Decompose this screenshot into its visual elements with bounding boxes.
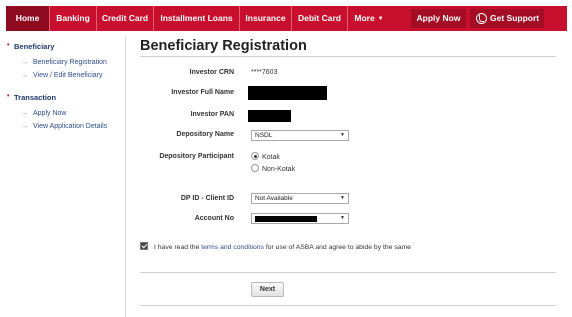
redacted-pan	[248, 110, 291, 122]
terms-checkbox[interactable]	[140, 242, 148, 250]
sidebar-link-beneficiary-registration[interactable]: → Beneficiary Registration	[21, 59, 107, 66]
nav-more[interactable]: More ▼	[348, 6, 390, 31]
sidebar-link-view-edit-beneficiary[interactable]: → View / Edit Beneficiary	[21, 72, 103, 79]
form-divider	[140, 272, 556, 273]
depository-name-select[interactable]: NSDL ▼	[251, 130, 349, 141]
sidebar-link-label: View / Edit Beneficiary	[33, 72, 103, 79]
investor-crn-value: ****7603	[251, 69, 278, 76]
chevron-down-icon: ▼	[340, 195, 345, 201]
get-support-button[interactable]: Get Support	[470, 9, 544, 28]
redacted-name	[248, 86, 327, 100]
nav-home[interactable]: Home	[6, 6, 49, 31]
depository-name-label: Depository Name	[176, 131, 234, 138]
arrow-right-icon: →	[21, 59, 28, 66]
investor-crn-label: Investor CRN	[189, 69, 234, 76]
apply-now-button[interactable]: Apply Now	[411, 9, 466, 28]
radio-kotak-label: Kotak	[262, 154, 280, 161]
page-title: Beneficiary Registration	[140, 38, 307, 54]
chevron-down-icon: ▼	[340, 215, 345, 221]
nav-debit-card[interactable]: Debit Card	[292, 6, 347, 31]
nav-credit-card[interactable]: Credit Card	[97, 6, 153, 31]
nav-installment-loans[interactable]: Installment Loans	[154, 6, 239, 31]
nav-banking[interactable]: Banking	[50, 6, 96, 31]
terms-and-conditions-link[interactable]: terms and conditions	[201, 244, 264, 251]
footer-divider	[140, 305, 556, 306]
investor-pan-label: Investor PAN	[190, 111, 234, 118]
main-menu-bar: Home Banking Credit Card Installment Loa…	[6, 6, 567, 31]
caret-down-icon: ▼	[377, 16, 384, 22]
sidebar: • Beneficiary → Beneficiary Registration …	[0, 36, 126, 317]
get-support-label: Get Support	[490, 13, 540, 23]
bullet-icon: •	[7, 42, 10, 49]
sidebar-link-label: Apply Now	[33, 110, 67, 117]
arrow-right-icon: →	[21, 123, 28, 130]
account-no-select[interactable]: ▼	[251, 213, 349, 224]
radio-selected-icon[interactable]	[251, 152, 259, 160]
bullet-icon: •	[7, 93, 10, 100]
redacted-account	[255, 216, 317, 222]
dp-id-client-id-select[interactable]: Not Available ▼	[251, 193, 349, 204]
dp-id-client-id-value: Not Available	[255, 195, 293, 202]
investor-full-name-label: Investor Full Name	[171, 89, 234, 96]
arrow-right-icon: →	[21, 110, 28, 117]
radio-kotak[interactable]: Kotak	[251, 152, 280, 161]
top-navigation: Home Banking Credit Card Installment Loa…	[0, 0, 572, 36]
sidebar-section-label: Beneficiary	[14, 42, 55, 51]
sidebar-section-transaction[interactable]: • Transaction	[7, 93, 57, 102]
terms-prefix: I have read the	[154, 244, 202, 251]
arrow-right-icon: →	[21, 72, 28, 79]
phone-icon	[476, 13, 487, 24]
nav-insurance[interactable]: Insurance	[240, 6, 291, 31]
chevron-down-icon: ▼	[340, 132, 345, 138]
dp-id-client-id-label: DP ID - Client ID	[180, 195, 234, 202]
depository-participant-label: Depository Participant	[159, 153, 234, 160]
terms-suffix: for use of ASBA and agree to abide by th…	[263, 244, 411, 251]
sidebar-section-beneficiary[interactable]: • Beneficiary	[7, 42, 55, 51]
sidebar-link-label: View Application Details	[33, 123, 108, 130]
depository-name-value: NSDL	[255, 132, 273, 139]
sidebar-link-view-application-details[interactable]: → View Application Details	[21, 123, 107, 130]
account-no-label: Account No	[194, 215, 234, 222]
nav-more-label: More	[354, 13, 375, 23]
next-button[interactable]: Next	[251, 282, 284, 297]
radio-non-kotak[interactable]: Non-Kotak	[251, 164, 295, 173]
sidebar-section-label: Transaction	[14, 93, 57, 102]
radio-unselected-icon[interactable]	[251, 164, 259, 172]
title-divider	[140, 56, 556, 57]
sidebar-link-apply-now[interactable]: → Apply Now	[21, 110, 66, 117]
radio-non-kotak-label: Non-Kotak	[262, 166, 296, 173]
sidebar-link-label: Beneficiary Registration	[33, 59, 107, 66]
terms-agreement: I have read the terms and conditions for…	[140, 242, 411, 251]
